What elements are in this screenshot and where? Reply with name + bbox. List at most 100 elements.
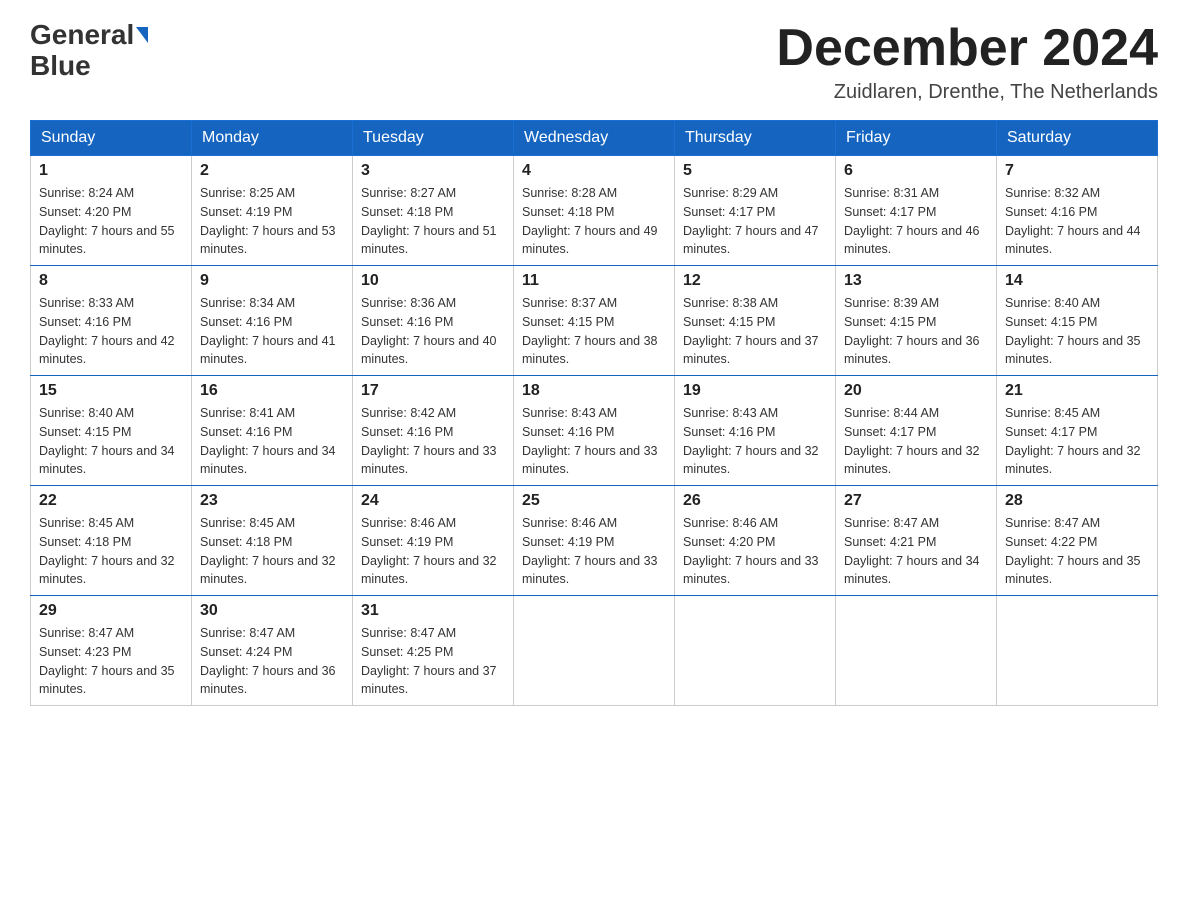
weekday-header-thursday: Thursday — [675, 121, 836, 156]
page-header: General Blue December 2024 Zuidlaren, Dr… — [30, 20, 1158, 104]
day-info: Sunrise: 8:45 AM Sunset: 4:17 PM Dayligh… — [1005, 404, 1149, 479]
weekday-header-saturday: Saturday — [997, 121, 1158, 156]
calendar-week-row: 29 Sunrise: 8:47 AM Sunset: 4:23 PM Dayl… — [31, 596, 1158, 706]
day-info: Sunrise: 8:43 AM Sunset: 4:16 PM Dayligh… — [522, 404, 666, 479]
day-info: Sunrise: 8:47 AM Sunset: 4:24 PM Dayligh… — [200, 624, 344, 699]
day-info: Sunrise: 8:36 AM Sunset: 4:16 PM Dayligh… — [361, 294, 505, 369]
calendar-cell — [836, 596, 997, 706]
calendar-cell: 20 Sunrise: 8:44 AM Sunset: 4:17 PM Dayl… — [836, 376, 997, 486]
calendar-cell: 27 Sunrise: 8:47 AM Sunset: 4:21 PM Dayl… — [836, 486, 997, 596]
calendar-cell: 2 Sunrise: 8:25 AM Sunset: 4:19 PM Dayli… — [192, 156, 353, 266]
day-number: 8 — [39, 272, 183, 290]
day-number: 6 — [844, 162, 988, 180]
day-number: 30 — [200, 602, 344, 620]
calendar-cell: 26 Sunrise: 8:46 AM Sunset: 4:20 PM Dayl… — [675, 486, 836, 596]
calendar-cell: 3 Sunrise: 8:27 AM Sunset: 4:18 PM Dayli… — [353, 156, 514, 266]
day-number: 26 — [683, 492, 827, 510]
weekday-header-sunday: Sunday — [31, 121, 192, 156]
calendar-table: SundayMondayTuesdayWednesdayThursdayFrid… — [30, 120, 1158, 706]
calendar-cell — [675, 596, 836, 706]
calendar-cell: 28 Sunrise: 8:47 AM Sunset: 4:22 PM Dayl… — [997, 486, 1158, 596]
calendar-cell: 5 Sunrise: 8:29 AM Sunset: 4:17 PM Dayli… — [675, 156, 836, 266]
day-number: 31 — [361, 602, 505, 620]
calendar-week-row: 1 Sunrise: 8:24 AM Sunset: 4:20 PM Dayli… — [31, 156, 1158, 266]
calendar-cell: 14 Sunrise: 8:40 AM Sunset: 4:15 PM Dayl… — [997, 266, 1158, 376]
logo-arrow-icon — [136, 27, 148, 43]
day-number: 25 — [522, 492, 666, 510]
day-info: Sunrise: 8:28 AM Sunset: 4:18 PM Dayligh… — [522, 184, 666, 259]
day-number: 22 — [39, 492, 183, 510]
calendar-cell: 11 Sunrise: 8:37 AM Sunset: 4:15 PM Dayl… — [514, 266, 675, 376]
day-number: 14 — [1005, 272, 1149, 290]
day-number: 9 — [200, 272, 344, 290]
calendar-week-row: 22 Sunrise: 8:45 AM Sunset: 4:18 PM Dayl… — [31, 486, 1158, 596]
day-number: 13 — [844, 272, 988, 290]
calendar-cell: 24 Sunrise: 8:46 AM Sunset: 4:19 PM Dayl… — [353, 486, 514, 596]
day-number: 16 — [200, 382, 344, 400]
day-info: Sunrise: 8:47 AM Sunset: 4:23 PM Dayligh… — [39, 624, 183, 699]
day-number: 11 — [522, 272, 666, 290]
calendar-cell: 21 Sunrise: 8:45 AM Sunset: 4:17 PM Dayl… — [997, 376, 1158, 486]
day-info: Sunrise: 8:42 AM Sunset: 4:16 PM Dayligh… — [361, 404, 505, 479]
calendar-cell: 1 Sunrise: 8:24 AM Sunset: 4:20 PM Dayli… — [31, 156, 192, 266]
day-info: Sunrise: 8:39 AM Sunset: 4:15 PM Dayligh… — [844, 294, 988, 369]
day-number: 12 — [683, 272, 827, 290]
month-title: December 2024 — [776, 20, 1158, 77]
calendar-cell: 29 Sunrise: 8:47 AM Sunset: 4:23 PM Dayl… — [31, 596, 192, 706]
day-number: 29 — [39, 602, 183, 620]
day-info: Sunrise: 8:29 AM Sunset: 4:17 PM Dayligh… — [683, 184, 827, 259]
logo-text-general: General — [30, 20, 134, 51]
day-info: Sunrise: 8:45 AM Sunset: 4:18 PM Dayligh… — [39, 514, 183, 589]
weekday-header-wednesday: Wednesday — [514, 121, 675, 156]
day-info: Sunrise: 8:46 AM Sunset: 4:19 PM Dayligh… — [522, 514, 666, 589]
calendar-cell: 8 Sunrise: 8:33 AM Sunset: 4:16 PM Dayli… — [31, 266, 192, 376]
day-number: 21 — [1005, 382, 1149, 400]
day-number: 2 — [200, 162, 344, 180]
day-number: 19 — [683, 382, 827, 400]
day-info: Sunrise: 8:32 AM Sunset: 4:16 PM Dayligh… — [1005, 184, 1149, 259]
day-info: Sunrise: 8:46 AM Sunset: 4:20 PM Dayligh… — [683, 514, 827, 589]
day-number: 27 — [844, 492, 988, 510]
calendar-cell: 16 Sunrise: 8:41 AM Sunset: 4:16 PM Dayl… — [192, 376, 353, 486]
day-info: Sunrise: 8:24 AM Sunset: 4:20 PM Dayligh… — [39, 184, 183, 259]
day-number: 24 — [361, 492, 505, 510]
day-info: Sunrise: 8:44 AM Sunset: 4:17 PM Dayligh… — [844, 404, 988, 479]
day-info: Sunrise: 8:31 AM Sunset: 4:17 PM Dayligh… — [844, 184, 988, 259]
calendar-cell: 15 Sunrise: 8:40 AM Sunset: 4:15 PM Dayl… — [31, 376, 192, 486]
day-number: 15 — [39, 382, 183, 400]
day-info: Sunrise: 8:47 AM Sunset: 4:25 PM Dayligh… — [361, 624, 505, 699]
calendar-cell — [514, 596, 675, 706]
day-info: Sunrise: 8:40 AM Sunset: 4:15 PM Dayligh… — [1005, 294, 1149, 369]
location-text: Zuidlaren, Drenthe, The Netherlands — [776, 81, 1158, 104]
day-info: Sunrise: 8:47 AM Sunset: 4:21 PM Dayligh… — [844, 514, 988, 589]
title-block: December 2024 Zuidlaren, Drenthe, The Ne… — [776, 20, 1158, 104]
weekday-header-tuesday: Tuesday — [353, 121, 514, 156]
logo: General Blue — [30, 20, 148, 82]
day-info: Sunrise: 8:46 AM Sunset: 4:19 PM Dayligh… — [361, 514, 505, 589]
day-info: Sunrise: 8:25 AM Sunset: 4:19 PM Dayligh… — [200, 184, 344, 259]
calendar-cell: 22 Sunrise: 8:45 AM Sunset: 4:18 PM Dayl… — [31, 486, 192, 596]
calendar-cell: 9 Sunrise: 8:34 AM Sunset: 4:16 PM Dayli… — [192, 266, 353, 376]
calendar-cell: 17 Sunrise: 8:42 AM Sunset: 4:16 PM Dayl… — [353, 376, 514, 486]
day-info: Sunrise: 8:33 AM Sunset: 4:16 PM Dayligh… — [39, 294, 183, 369]
day-number: 20 — [844, 382, 988, 400]
day-info: Sunrise: 8:47 AM Sunset: 4:22 PM Dayligh… — [1005, 514, 1149, 589]
day-number: 17 — [361, 382, 505, 400]
weekday-header-row: SundayMondayTuesdayWednesdayThursdayFrid… — [31, 121, 1158, 156]
calendar-cell: 18 Sunrise: 8:43 AM Sunset: 4:16 PM Dayl… — [514, 376, 675, 486]
calendar-cell: 31 Sunrise: 8:47 AM Sunset: 4:25 PM Dayl… — [353, 596, 514, 706]
day-number: 28 — [1005, 492, 1149, 510]
day-number: 5 — [683, 162, 827, 180]
day-info: Sunrise: 8:27 AM Sunset: 4:18 PM Dayligh… — [361, 184, 505, 259]
calendar-cell: 4 Sunrise: 8:28 AM Sunset: 4:18 PM Dayli… — [514, 156, 675, 266]
day-info: Sunrise: 8:38 AM Sunset: 4:15 PM Dayligh… — [683, 294, 827, 369]
day-number: 10 — [361, 272, 505, 290]
calendar-cell: 30 Sunrise: 8:47 AM Sunset: 4:24 PM Dayl… — [192, 596, 353, 706]
calendar-cell: 6 Sunrise: 8:31 AM Sunset: 4:17 PM Dayli… — [836, 156, 997, 266]
weekday-header-monday: Monday — [192, 121, 353, 156]
logo-text-blue: Blue — [30, 51, 91, 82]
calendar-cell: 12 Sunrise: 8:38 AM Sunset: 4:15 PM Dayl… — [675, 266, 836, 376]
weekday-header-friday: Friday — [836, 121, 997, 156]
day-number: 4 — [522, 162, 666, 180]
calendar-week-row: 8 Sunrise: 8:33 AM Sunset: 4:16 PM Dayli… — [31, 266, 1158, 376]
